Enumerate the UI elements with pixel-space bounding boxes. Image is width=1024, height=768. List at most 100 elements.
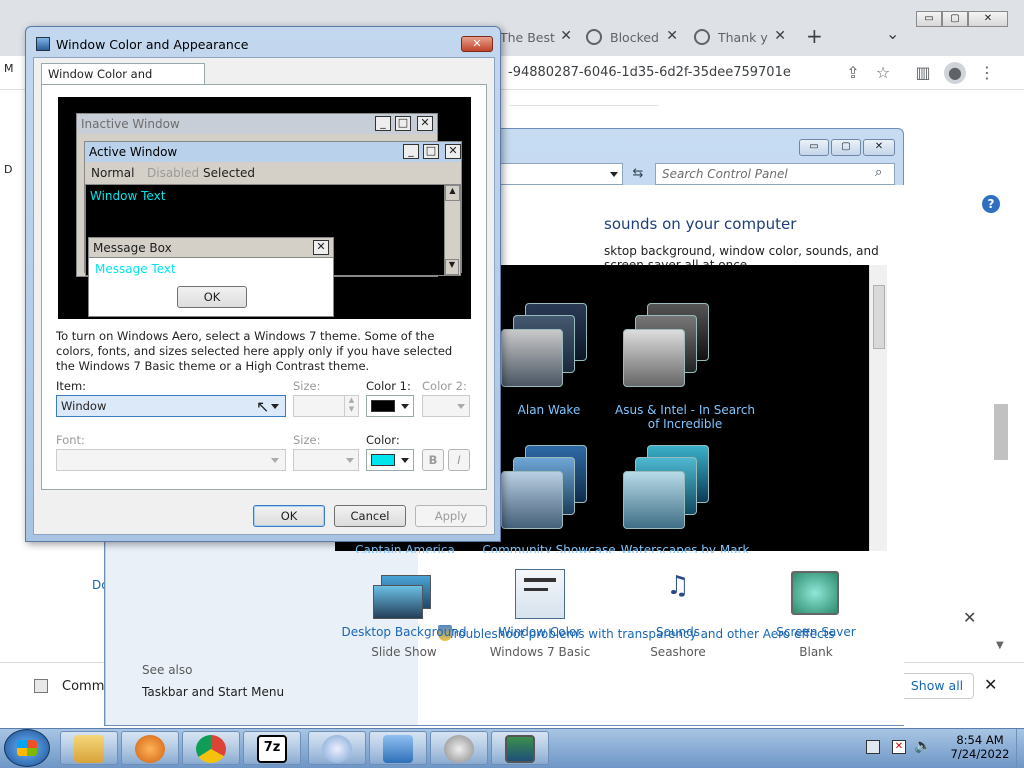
maximize-button[interactable]: ▢ <box>831 139 861 156</box>
chrome-tab[interactable]: The Best ✕ <box>500 20 572 54</box>
italic-button[interactable]: I <box>448 449 470 471</box>
theme-item[interactable] <box>501 445 597 529</box>
bold-button[interactable]: B <box>422 449 444 471</box>
chrome-tab[interactable]: Blocked ✕ <box>586 20 678 54</box>
screen-saver-link[interactable]: Screen Saver <box>741 625 891 639</box>
close-tab-icon[interactable]: ✕ <box>774 28 786 44</box>
chevron-down-icon <box>271 404 279 409</box>
maximize-button[interactable]: ▢ <box>942 11 968 27</box>
page-fragment: D <box>4 163 13 176</box>
desktop-background-value: Slide Show <box>371 645 437 659</box>
chevron-down-icon <box>401 458 409 463</box>
clock-time: 8:54 AM <box>956 733 1004 747</box>
address-bar[interactable]: -94880287-6046-1d35-6d2f-35dee759701e <box>498 60 898 86</box>
share-icon[interactable]: ⇪ <box>842 62 864 84</box>
page-scrollbar-thumb[interactable] <box>994 404 1008 460</box>
theme-item[interactable] <box>623 303 719 387</box>
taskbar-start-menu-link[interactable]: Taskbar and Start Menu <box>142 685 284 699</box>
play-icon <box>135 735 165 763</box>
maximize-icon: □ <box>395 116 411 131</box>
theme-item[interactable] <box>623 445 719 529</box>
item-select[interactable]: Window <box>56 395 286 417</box>
minimize-icon: _ <box>403 144 419 159</box>
menu-disabled: Disabled <box>147 166 200 180</box>
font-select[interactable] <box>56 449 286 471</box>
theme-name[interactable]: Captain America <box>335 543 475 553</box>
window-color-icon[interactable] <box>515 569 565 619</box>
chrome-menu-icon[interactable]: ⋮ <box>976 62 998 84</box>
close-icon: ✕ <box>445 144 461 159</box>
font-color-picker[interactable] <box>366 449 414 471</box>
tab-title: The Best <box>500 29 555 45</box>
show-desktop-button[interactable] <box>1016 729 1024 768</box>
new-tab-button[interactable]: + <box>806 24 823 48</box>
color2-picker[interactable] <box>422 395 470 417</box>
taskbar-7zip[interactable]: 7z <box>243 731 301 765</box>
chevron-down-icon <box>346 458 354 463</box>
taskbar-personalization[interactable] <box>491 731 549 765</box>
control-panel-icon <box>383 735 413 763</box>
close-tab-icon[interactable]: ✕ <box>666 28 678 44</box>
scroll-down-arrow[interactable]: ▼ <box>996 640 1004 651</box>
desktop-background-icon[interactable] <box>373 571 433 623</box>
desktop-background-link[interactable]: Desktop Background <box>329 625 479 639</box>
sounds-icon[interactable]: ♫ <box>653 571 703 617</box>
ok-button[interactable]: OK <box>253 505 325 527</box>
help-icon[interactable]: ? <box>982 195 1000 213</box>
theme-name[interactable]: Waterscapes by Mark <box>615 543 755 553</box>
sounds-value: Seashore <box>650 645 706 659</box>
item-label: Item: <box>56 379 87 393</box>
screen-saver-icon[interactable] <box>791 571 839 615</box>
screen-saver-value: Blank <box>799 645 833 659</box>
action-center-icon[interactable]: ✕ <box>892 740 906 754</box>
page-title: sounds on your computer <box>604 215 797 233</box>
close-button[interactable]: ✕ <box>968 11 1008 27</box>
taskbar-sound[interactable] <box>430 731 488 765</box>
close-tab-icon[interactable]: ✕ <box>560 28 572 44</box>
taskbar-explorer[interactable] <box>60 731 118 765</box>
side-panel-icon[interactable]: ▥ <box>912 62 934 84</box>
profile-avatar[interactable]: ● <box>944 62 966 84</box>
network-tray-icon[interactable] <box>866 740 880 754</box>
taskbar-chrome[interactable] <box>182 731 240 765</box>
window-color-value: Windows 7 Basic <box>489 645 591 659</box>
bookmark-star-icon[interactable]: ☆ <box>872 62 894 84</box>
close-icon[interactable]: ✕ <box>963 608 976 627</box>
theme-name[interactable]: Community Showcase <box>479 543 619 553</box>
appearance-preview[interactable]: Inactive Window _ □ ✕ Active Window _ □ … <box>58 97 471 319</box>
show-all-button[interactable]: Show all <box>900 673 974 699</box>
minimize-button[interactable]: ▭ <box>799 139 829 156</box>
cancel-button[interactable]: Cancel <box>334 505 406 527</box>
file-icon <box>34 679 48 693</box>
chrome-tab[interactable]: Thank y ✕ <box>694 20 786 54</box>
globe-icon <box>694 29 710 45</box>
search-icon[interactable]: ⌕ <box>875 165 882 180</box>
tab-search-button[interactable]: ⌄ <box>886 24 899 43</box>
taskbar-dvd-maker[interactable] <box>308 731 366 765</box>
tab-window-color[interactable]: Window Color and Appearance <box>41 63 205 101</box>
size-spinner[interactable]: ▲ ▼ <box>293 395 359 417</box>
search-input[interactable]: Search Control Panel <box>655 163 895 185</box>
taskbar-clock[interactable]: 8:54 AM 7/24/2022 <box>944 733 1016 761</box>
scrollbar-thumb[interactable] <box>873 285 885 349</box>
apply-button[interactable]: Apply <box>415 505 487 527</box>
mouse-cursor-icon: ↖ <box>256 397 270 416</box>
window-color-link[interactable]: Window Color <box>465 625 615 639</box>
font-size-select[interactable] <box>293 449 359 471</box>
taskbar-media-player[interactable] <box>121 731 179 765</box>
theme-name[interactable]: Asus & Intel - In Search of Incredible <box>615 403 755 431</box>
close-download-bar-icon[interactable]: ✕ <box>984 675 997 694</box>
taskbar-control-panel[interactable] <box>369 731 427 765</box>
refresh-icon[interactable]: ⇆ <box>627 163 649 185</box>
window-text: Window Text <box>90 189 166 203</box>
page-divider <box>510 90 658 106</box>
dialog-close-button[interactable]: ✕ <box>461 36 493 52</box>
themes-scrollbar[interactable] <box>869 265 887 551</box>
volume-icon[interactable]: 🔈 <box>914 738 931 754</box>
minimize-icon: _ <box>375 116 391 131</box>
minimize-button[interactable]: ▭ <box>916 11 942 27</box>
close-button[interactable]: ✕ <box>863 139 895 156</box>
color1-picker[interactable] <box>366 395 414 417</box>
theme-item[interactable] <box>501 303 597 387</box>
sounds-link[interactable]: Sounds <box>603 625 753 639</box>
